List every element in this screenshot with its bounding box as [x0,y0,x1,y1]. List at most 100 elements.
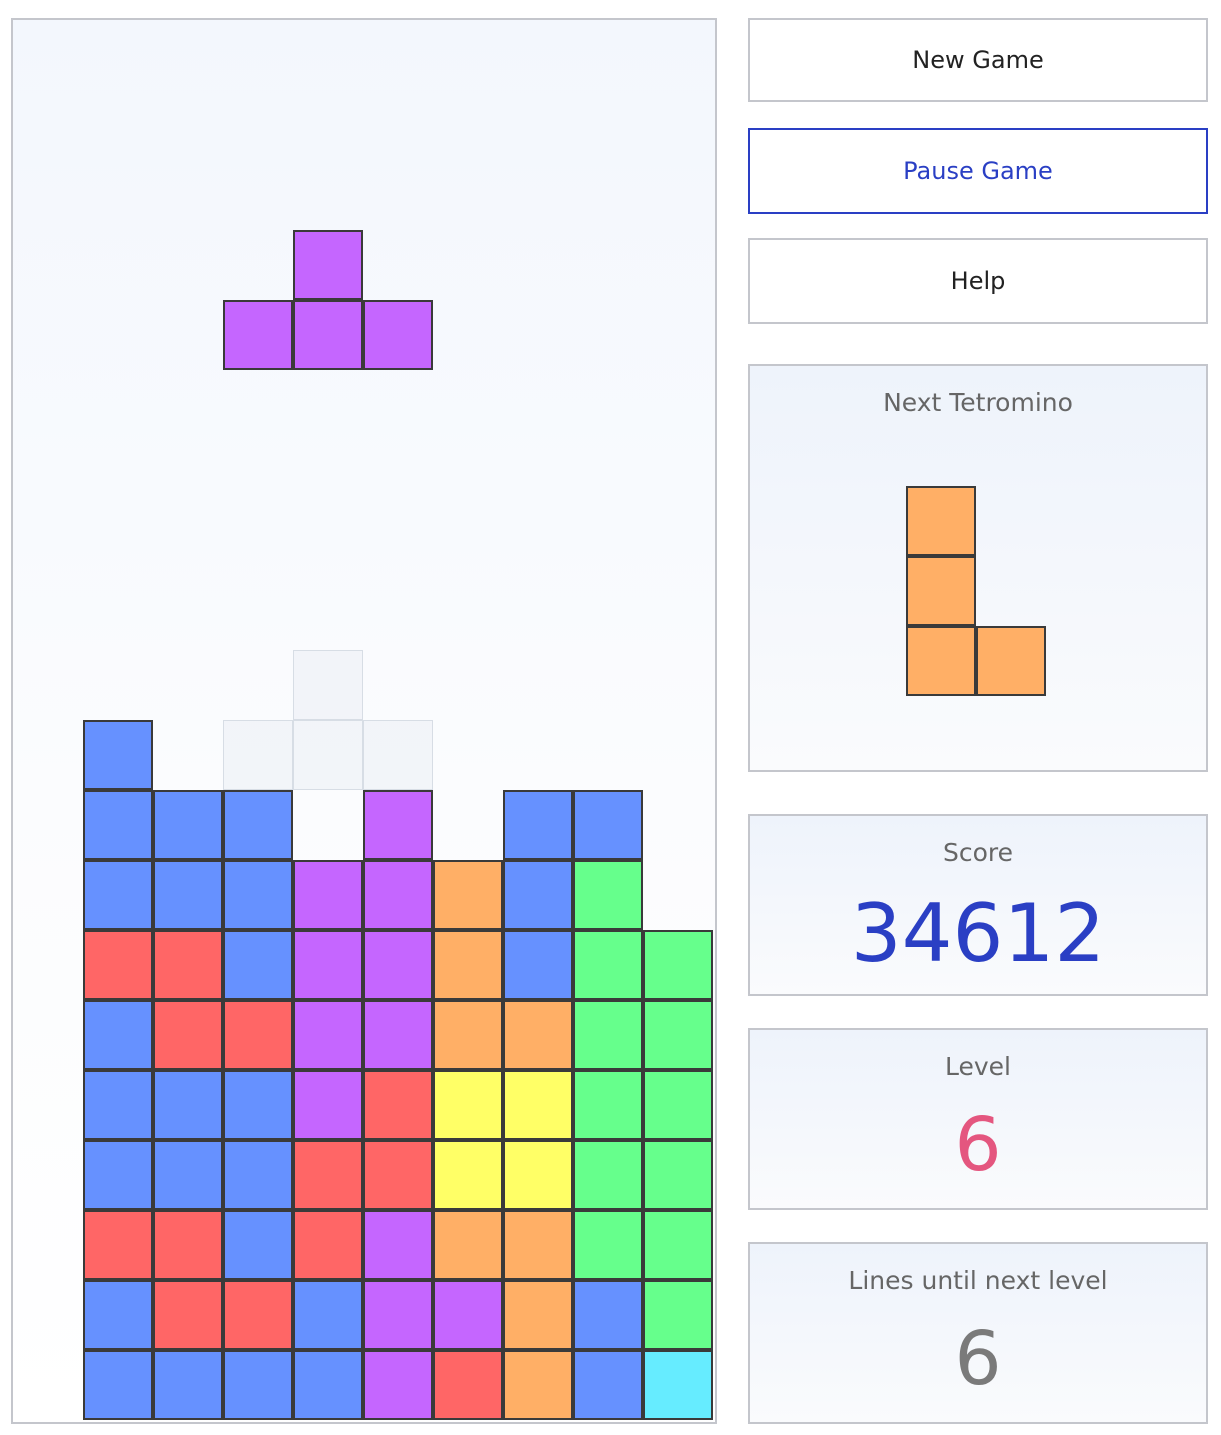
stack-block [643,1000,713,1070]
stack-block [363,860,433,930]
stack-block [363,1280,433,1350]
level-panel: Level 6 [748,1028,1208,1210]
stack-block [433,860,503,930]
stack-block [643,1140,713,1210]
stack-block [503,1140,573,1210]
stack-block [643,1280,713,1350]
stack-block [83,1000,153,1070]
stack-block [573,1280,643,1350]
stack-block [573,1210,643,1280]
stack-block [83,1070,153,1140]
ghost-block [293,650,363,720]
new-game-button[interactable]: New Game [748,18,1208,102]
stack-block [363,1140,433,1210]
stack-block [503,1350,573,1420]
stack-block [153,860,223,930]
stack-block [293,930,363,1000]
stack-block [223,1350,293,1420]
game-board[interactable] [11,18,717,1424]
level-value: 6 [954,1102,1002,1188]
ghost-block [293,720,363,790]
pause-game-button[interactable]: Pause Game [748,128,1208,214]
active-piece-block [293,230,363,300]
stack-block [573,1350,643,1420]
stack-block [643,930,713,1000]
stack-block [223,1070,293,1140]
stack-block [363,1070,433,1140]
stack-block [573,1070,643,1140]
stack-block [223,860,293,930]
next-tetromino-panel: Next Tetromino [748,364,1208,772]
stack-block [433,1000,503,1070]
next-piece-block [906,556,976,626]
stack-block [503,1070,573,1140]
score-label: Score [942,838,1014,867]
stack-block [153,1280,223,1350]
lines-panel: Lines until next level 6 [748,1242,1208,1424]
stack-block [223,1280,293,1350]
stack-block [433,1210,503,1280]
stack-block [643,1070,713,1140]
active-piece-block [223,300,293,370]
stack-block [643,1350,713,1420]
stack-block [573,790,643,860]
stack-block [153,1350,223,1420]
stack-block [503,930,573,1000]
stack-block [503,1280,573,1350]
stack-block [363,1210,433,1280]
stack-block [293,1350,363,1420]
help-button[interactable]: Help [748,238,1208,324]
stack-block [363,790,433,860]
stack-block [83,1350,153,1420]
score-panel: Score 34612 [748,814,1208,996]
stack-block [293,1070,363,1140]
stack-block [223,1210,293,1280]
stack-block [153,1140,223,1210]
next-piece-block [976,626,1046,696]
stack-block [433,930,503,1000]
stack-block [433,1070,503,1140]
stack-block [153,1210,223,1280]
stack-block [83,790,153,860]
stack-block [573,1140,643,1210]
stack-block [573,930,643,1000]
stack-block [223,1000,293,1070]
ghost-block [363,720,433,790]
stack-block [153,1000,223,1070]
stack-block [83,930,153,1000]
stack-block [83,1210,153,1280]
stack-block [433,1280,503,1350]
stack-block [433,1140,503,1210]
active-piece-block [293,300,363,370]
stack-block [83,1280,153,1350]
stack-block [503,860,573,930]
stack-block [223,790,293,860]
stack-block [363,930,433,1000]
next-tetromino-preview [906,486,1048,698]
stack-block [363,1000,433,1070]
stack-block [503,1000,573,1070]
stack-block [573,860,643,930]
stack-block [153,790,223,860]
level-label: Level [945,1052,1011,1081]
lines-label: Lines until next level [848,1266,1108,1295]
tetris-game: New Game Pause Game Help Next Tetromino … [0,0,1221,1435]
next-piece-block [906,626,976,696]
stack-block [153,1070,223,1140]
stack-block [293,1140,363,1210]
stack-block [153,930,223,1000]
stack-block [363,1350,433,1420]
stack-block [293,860,363,930]
stack-block [433,1350,503,1420]
stack-block [293,1210,363,1280]
stack-block [293,1280,363,1350]
score-value: 34612 [850,887,1106,980]
stack-block [293,1000,363,1070]
stack-block [503,1210,573,1280]
stack-block [83,1140,153,1210]
lines-value: 6 [954,1316,1002,1402]
next-piece-block [906,486,976,556]
stack-block [223,1140,293,1210]
stack-block [503,790,573,860]
stack-block [573,1000,643,1070]
